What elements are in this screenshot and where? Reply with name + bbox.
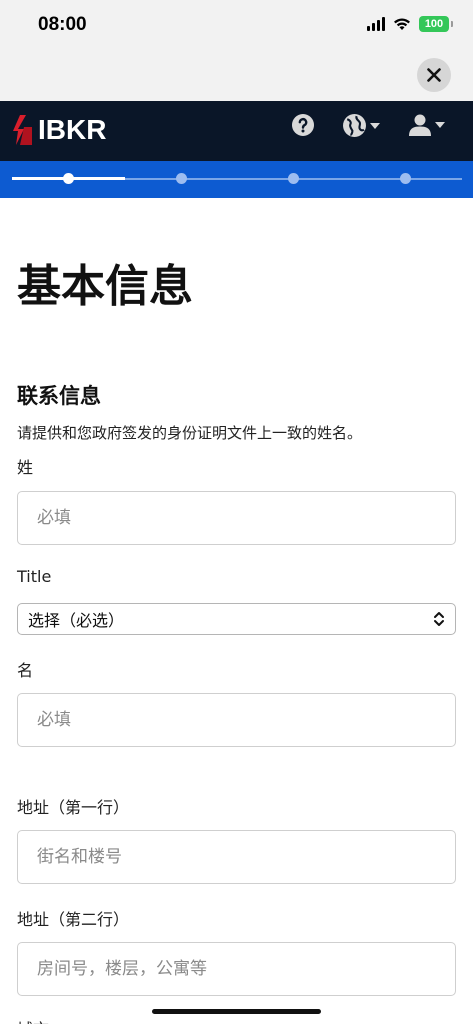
chevron-down-icon — [435, 122, 445, 128]
home-indicator — [152, 1009, 321, 1014]
step-dot-1 — [62, 173, 74, 184]
address-line1-label: 地址（第一行） — [17, 798, 130, 817]
logo-mark-icon — [13, 115, 32, 145]
section-description: 请提供和您政府签发的身份证明文件上一致的姓名。 — [17, 424, 363, 442]
step-dot-4 — [399, 173, 411, 184]
user-icon — [409, 114, 431, 136]
wifi-icon — [394, 18, 410, 30]
language-button[interactable] — [342, 113, 380, 138]
ibkr-logo[interactable]: IBKR — [12, 113, 106, 147]
last-name-input[interactable] — [17, 491, 456, 545]
app-header: IBKR — [0, 101, 473, 161]
title-select-value: 选择（必选） — [28, 611, 125, 630]
close-button[interactable] — [417, 58, 451, 92]
step-progress-bar — [0, 161, 473, 198]
first-name-input[interactable] — [17, 693, 456, 747]
chevron-down-icon — [370, 122, 380, 129]
select-updown-icon — [434, 612, 444, 626]
close-icon — [427, 68, 441, 82]
status-bar: 08:00 100 — [0, 0, 473, 52]
section-title: 联系信息 — [17, 384, 101, 408]
logo-text: IBKR — [38, 114, 107, 145]
help-button[interactable] — [291, 113, 315, 137]
status-time: 08:00 — [38, 14, 87, 35]
globe-icon — [343, 114, 366, 137]
title-select[interactable]: 选择（必选） — [17, 603, 456, 635]
close-row — [0, 52, 473, 101]
step-dot-3 — [287, 173, 299, 184]
city-label: 城市 — [17, 1016, 49, 1024]
address-line2-input[interactable] — [17, 942, 456, 996]
account-button[interactable] — [408, 113, 445, 137]
page-title: 基本信息 — [17, 261, 193, 312]
last-name-label: 姓 — [17, 458, 34, 477]
step-dot-2 — [175, 173, 187, 184]
help-icon — [292, 114, 314, 136]
first-name-label: 名 — [17, 661, 34, 680]
title-label: Title — [17, 567, 52, 586]
address-line1-input[interactable] — [17, 830, 456, 884]
address-line2-label: 地址（第二行） — [17, 910, 130, 929]
status-icons: 100 — [367, 16, 453, 32]
signal-icon — [367, 17, 385, 31]
battery-indicator: 100 — [419, 16, 453, 32]
